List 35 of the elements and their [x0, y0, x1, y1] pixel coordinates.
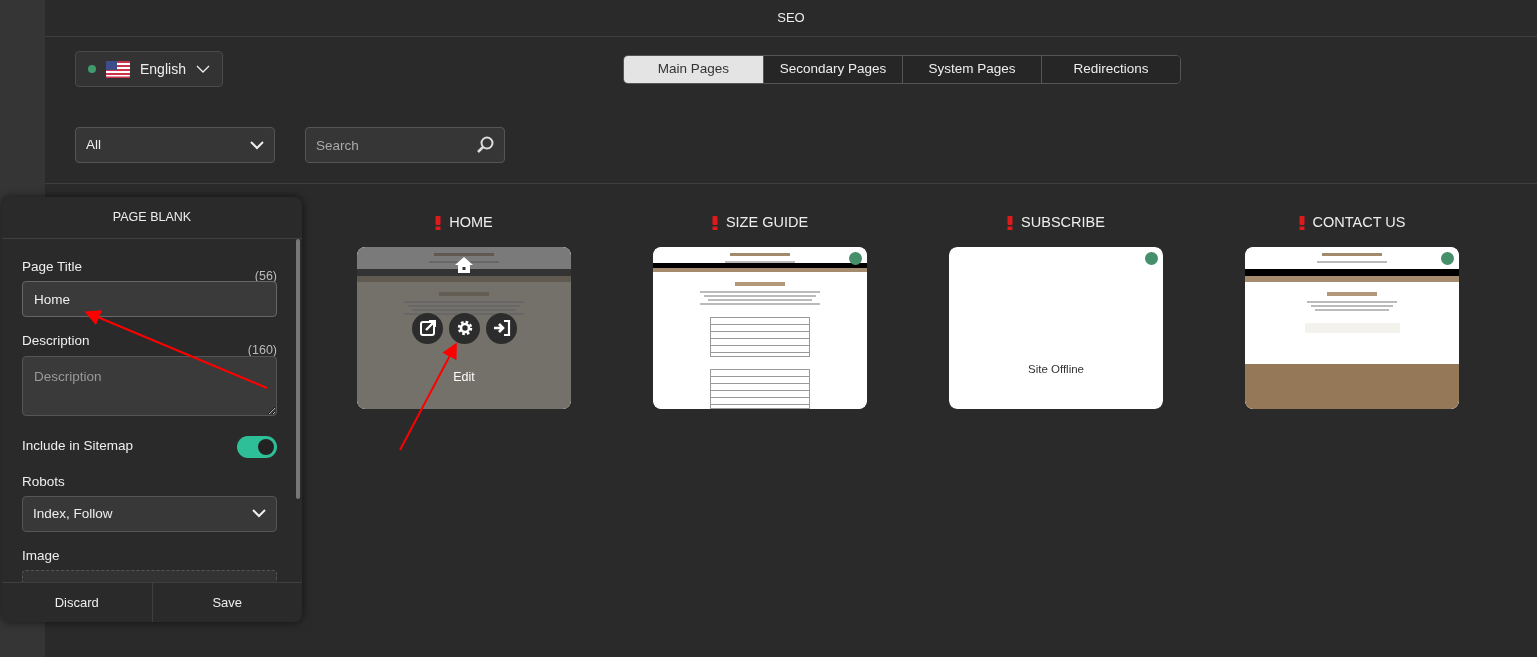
edit-label: Edit — [452, 368, 476, 386]
chevron-down-icon — [195, 64, 210, 74]
offline-message: Site Offline — [1026, 361, 1085, 377]
tab[interactable]: Redirections — [1040, 55, 1180, 83]
panel-button[interactable]: Discard — [2, 583, 152, 622]
field-label: Image — [22, 546, 60, 565]
chevron-down-icon — [252, 509, 266, 519]
field-label: Page Title — [22, 258, 83, 276]
tab[interactable]: Secondary Pages — [762, 55, 902, 83]
tab[interactable]: Main Pages — [623, 55, 763, 83]
website-screenshot-drawing[interactable] — [653, 246, 867, 409]
field-label: Include in Sitemap — [22, 437, 134, 456]
sitemap-toggle[interactable] — [237, 435, 277, 458]
search-field[interactable]: Search — [305, 127, 505, 163]
page-name: SIZE GUIDE — [725, 213, 809, 232]
panel-title: PAGE BLANK — [112, 209, 192, 227]
page-name: CONTACT US — [1312, 213, 1406, 232]
scrollbar[interactable] — [296, 239, 300, 499]
panel-button[interactable]: Save — [151, 583, 302, 622]
flag-icon — [106, 60, 130, 78]
language-dropdown[interactable]: English — [75, 51, 223, 87]
page-title-field[interactable]: Home — [22, 281, 277, 318]
chevron-down-icon — [250, 140, 264, 150]
description-field[interactable]: Description — [22, 355, 277, 416]
page-name: HOME — [449, 213, 493, 232]
filter-dropdown[interactable]: All — [75, 127, 275, 163]
tab[interactable]: System Pages — [901, 55, 1041, 83]
field-label: Description — [22, 332, 90, 351]
field-label: Robots — [22, 472, 65, 491]
search-icon[interactable] — [476, 136, 494, 154]
website-screenshot-drawing[interactable] — [1245, 246, 1459, 409]
home-icon — [455, 256, 473, 273]
page-name: SUBSCRIBE — [1021, 213, 1105, 232]
page-title: SEO — [777, 9, 805, 28]
robots-dropdown[interactable]: Index, Follow — [22, 495, 277, 532]
